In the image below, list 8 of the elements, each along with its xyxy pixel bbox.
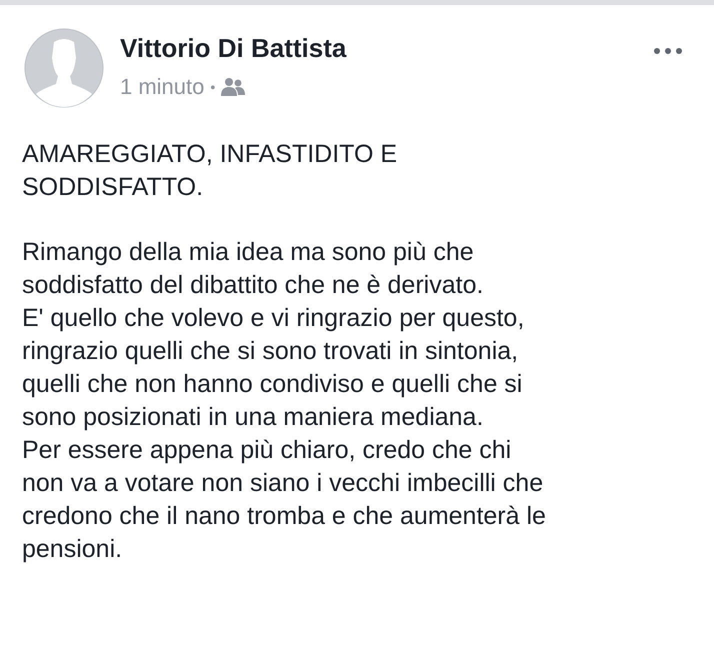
separator: • bbox=[210, 78, 216, 96]
more-options-button[interactable] bbox=[652, 46, 684, 56]
author-name[interactable]: Vittorio Di Battista bbox=[120, 32, 652, 64]
post-paragraph: AMAREGGIATO, INFASTIDITO E SODDISFATTO. bbox=[22, 139, 398, 203]
friends-icon bbox=[221, 77, 246, 97]
post-paragraph: Rimango della mia idea ma sono più che soddisfatto del dibattito che ne è derivato. E' quello che volevo e vi ringrazio per questo, ringrazio quelli che si sono trovati in sintonia, quelli che non hanno condiviso e quelli che si sono posizionati in una maniera mediana. Per essere appena più chiaro, credo che chi non va a votare non siano i vecchi imbecilli che credono che il nano tromba e che aumenterà le pensioni. bbox=[22, 237, 546, 565]
avatar-icon bbox=[24, 28, 104, 108]
post-time: 1 minuto bbox=[120, 74, 204, 100]
